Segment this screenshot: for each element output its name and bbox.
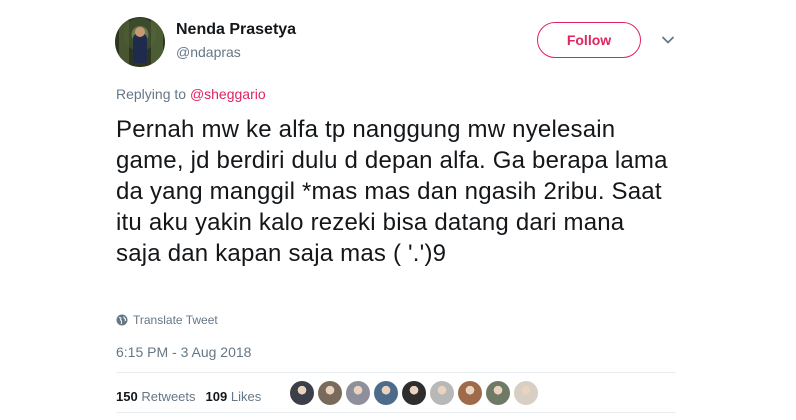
- liker-avatar[interactable]: [430, 381, 454, 405]
- tweet-text: Pernah mw ke alfa tp nanggung mw nyelesa…: [116, 116, 668, 267]
- translate-tweet-button[interactable]: Translate Tweet: [116, 313, 218, 327]
- replying-prefix: Replying to: [116, 86, 187, 102]
- liker-avatar[interactable]: [514, 381, 538, 405]
- liker-avatar[interactable]: [374, 381, 398, 405]
- translate-label[interactable]: Translate Tweet: [133, 313, 218, 327]
- chevron-down-icon[interactable]: [660, 32, 676, 48]
- reply-mention-link[interactable]: @sheggario: [190, 86, 266, 102]
- globe-icon: [116, 314, 128, 326]
- liker-avatar[interactable]: [318, 381, 342, 405]
- liker-avatar[interactable]: [458, 381, 482, 405]
- liker-avatar[interactable]: [486, 381, 510, 405]
- retweets-count: 150: [116, 389, 138, 404]
- likes-count: 109: [205, 389, 228, 404]
- divider: [116, 372, 676, 373]
- retweets-stat[interactable]: 150 Retweets: [116, 389, 196, 404]
- author-name[interactable]: Nenda Prasetya: [176, 21, 296, 39]
- replying-to: Replying to @sheggario: [116, 86, 266, 102]
- likes-label: Likes: [230, 389, 262, 404]
- divider: [116, 412, 676, 413]
- liker-avatars: [290, 381, 538, 405]
- author-handle[interactable]: @ndapras: [176, 44, 241, 60]
- liker-avatar[interactable]: [402, 381, 426, 405]
- avatar[interactable]: [115, 17, 165, 67]
- tweet-stats: 150 Retweets 109 Likes: [116, 389, 261, 404]
- retweets-label: Retweets: [141, 389, 196, 404]
- likes-stat[interactable]: 109 Likes: [206, 389, 262, 404]
- liker-avatar[interactable]: [290, 381, 314, 405]
- liker-avatar[interactable]: [346, 381, 370, 405]
- tweet-timestamp[interactable]: 6:15 PM - 3 Aug 2018: [116, 344, 251, 360]
- follow-button[interactable]: Follow: [537, 22, 641, 58]
